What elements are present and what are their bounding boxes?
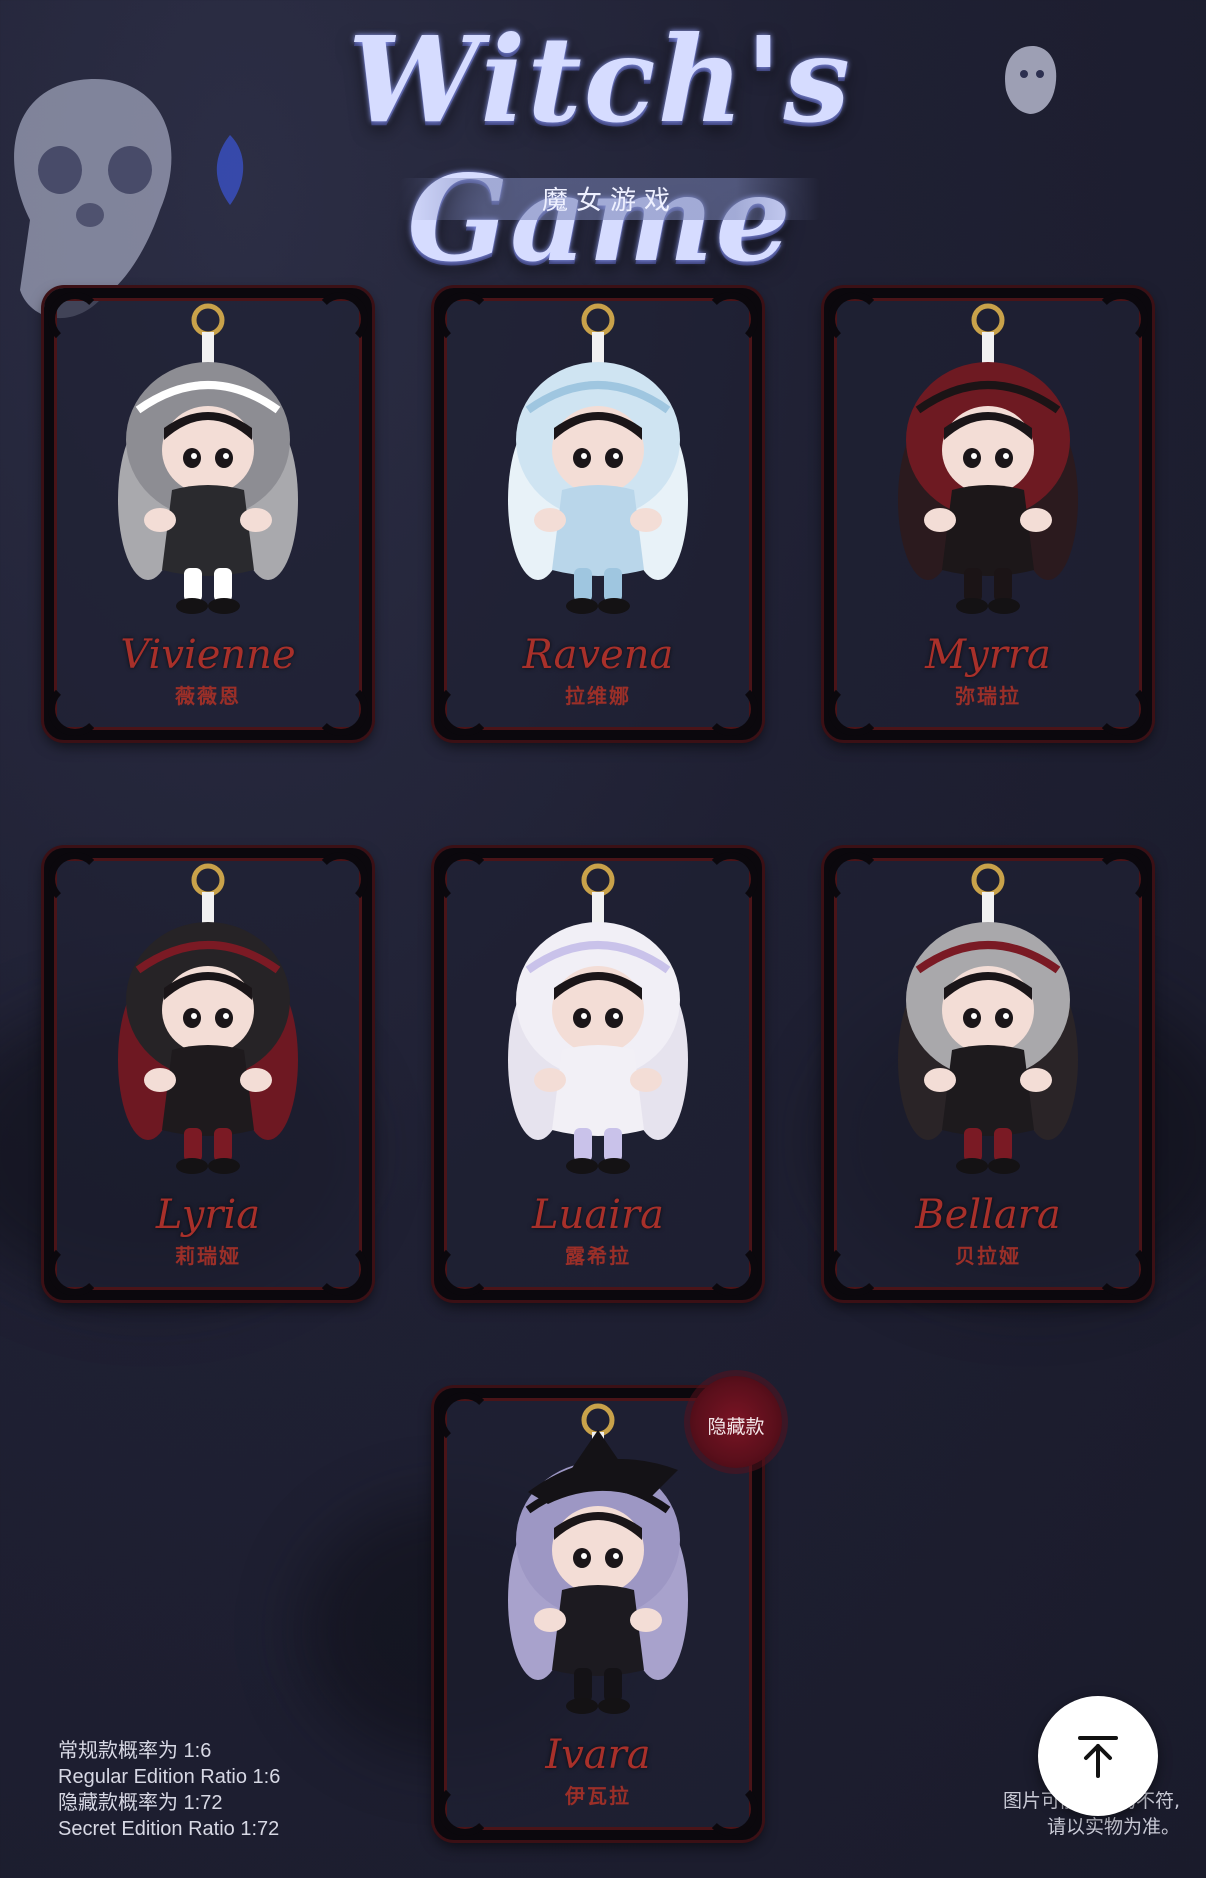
plush-figure-image [898, 863, 1078, 1174]
frame-corner-flourish-icon [1094, 852, 1148, 906]
frame-corner-flourish-icon [828, 292, 882, 346]
regular-ratio-en: Regular Edition Ratio 1:6 [58, 1766, 281, 1788]
character-name: Vivienne [120, 632, 296, 678]
plush-figure [888, 300, 1088, 630]
secret-ratio-cn: 隐藏款概率为 1:72 [58, 1792, 223, 1814]
plush-figure [498, 300, 698, 630]
frame-corner-flourish-icon [438, 292, 492, 346]
plush-figure-image [508, 303, 688, 614]
character-name-cn: 露希拉 [565, 1244, 631, 1268]
header: Witch's Game 魔女游戏 [0, 0, 1206, 288]
plush-figure-image [118, 303, 298, 614]
frame-corner-flourish-icon [48, 292, 102, 346]
plush-figure-image [508, 1403, 688, 1714]
character-card[interactable]: Ravena 拉维娜 [420, 274, 776, 754]
frame-corner-flourish-icon [438, 1392, 492, 1446]
plush-figure [498, 860, 698, 1190]
frame-corner-flourish-icon [828, 852, 882, 906]
character-name: Ivara [545, 1732, 651, 1778]
character-name-cn: 薇薇恩 [175, 684, 241, 708]
character-name-cn: 弥瑞拉 [955, 684, 1021, 708]
character-name: Luaira [532, 1192, 664, 1238]
character-card[interactable]: Myrra 弥瑞拉 [810, 274, 1166, 754]
plush-figure-image [118, 863, 298, 1174]
frame-corner-flourish-icon [704, 852, 758, 906]
plush-figure [888, 860, 1088, 1190]
character-name-cn: 伊瓦拉 [565, 1784, 631, 1808]
plush-figure-image [508, 863, 688, 1174]
regular-ratio-cn: 常规款概率为 1:6 [58, 1740, 212, 1762]
arrow-up-to-line-icon [1078, 1736, 1118, 1778]
plush-figure [108, 300, 308, 630]
frame-corner-flourish-icon [314, 292, 368, 346]
secret-edition-label: 隐藏款 [707, 1416, 765, 1438]
disclaimer-line-2: 请以实物为准。 [1046, 1816, 1180, 1838]
character-card[interactable]: Bellara 贝拉娅 [810, 834, 1166, 1314]
page-subtitle: 魔女游戏 [541, 186, 678, 216]
frame-corner-flourish-icon [314, 852, 368, 906]
character-name: Bellara [915, 1192, 1061, 1238]
character-name-cn: 贝拉娅 [955, 1244, 1021, 1268]
frame-corner-flourish-icon [1094, 292, 1148, 346]
edition-ratio-info: 常规款概率为 1:6 Regular Edition Ratio 1:6 隐藏款… [58, 1738, 418, 1842]
page-title: Witch's Game [348, 10, 852, 288]
frame-corner-flourish-icon [48, 852, 102, 906]
character-name: Ravena [522, 632, 674, 678]
character-name-cn: 莉瑞娅 [175, 1244, 241, 1268]
character-card[interactable]: Luaira 露希拉 [420, 834, 776, 1314]
character-name: Lyria [155, 1192, 261, 1238]
character-card[interactable]: Lyria 莉瑞娅 [30, 834, 386, 1314]
character-name-cn: 拉维娜 [565, 684, 631, 708]
plush-figure [498, 1400, 698, 1730]
secret-ratio-en: Secret Edition Ratio 1:72 [58, 1818, 280, 1840]
plush-figure-image [898, 303, 1078, 614]
plush-figure [108, 860, 308, 1190]
frame-corner-flourish-icon [438, 852, 492, 906]
character-card[interactable]: Vivienne 薇薇恩 [30, 274, 386, 754]
character-name: Myrra [925, 632, 1051, 678]
back-to-top-button[interactable] [1038, 1696, 1158, 1816]
frame-corner-flourish-icon [704, 292, 758, 346]
